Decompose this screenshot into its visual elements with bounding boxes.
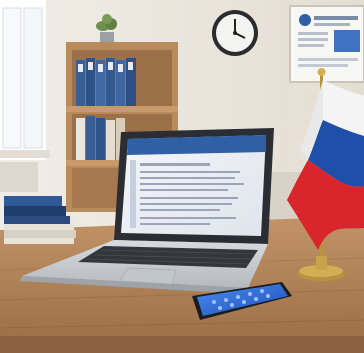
wall-poster (289, 5, 364, 83)
photo-illustration (0, 0, 364, 353)
wall-clock (212, 10, 258, 56)
laptop-touchpad (119, 267, 177, 285)
office-photo (0, 0, 364, 353)
